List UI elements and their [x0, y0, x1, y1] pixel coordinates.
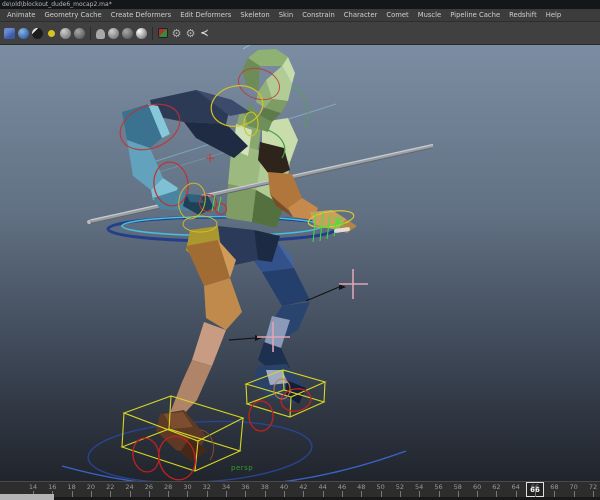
menu-item-skin[interactable]: Skin — [279, 11, 293, 19]
ao-sphere-icon[interactable] — [74, 27, 85, 39]
lights-icon[interactable] — [48, 29, 55, 37]
frame-label: 62 — [492, 483, 501, 491]
frame-label: 26 — [144, 483, 153, 491]
camera-name-label: persp — [231, 464, 254, 472]
frame-label: 56 — [434, 483, 443, 491]
menu-item-pipeline-cache[interactable]: Pipeline Cache — [450, 11, 500, 19]
frame-label: 24 — [125, 483, 134, 491]
frame-label: 70 — [569, 483, 578, 491]
viewport-persp[interactable]: persp — [0, 45, 600, 481]
shadows-sphere-icon[interactable] — [60, 27, 71, 39]
frame-label: 32 — [202, 483, 211, 491]
viewport-canvas[interactable] — [0, 45, 600, 481]
menu-item-geometry-cache[interactable]: Geometry Cache — [44, 11, 101, 19]
frame-label: 58 — [453, 483, 462, 491]
shaded-sphere-icon[interactable] — [18, 27, 29, 39]
frame-label: 38 — [260, 483, 269, 491]
menu-item-skeleton[interactable]: Skeleton — [240, 11, 269, 19]
separator — [152, 26, 153, 40]
frame-label: 40 — [279, 483, 289, 491]
frame-label: 14 — [28, 483, 38, 491]
menu-item-create-deformers[interactable]: Create Deformers — [111, 11, 172, 19]
character-right-leg[interactable] — [240, 238, 310, 404]
separator — [90, 26, 91, 40]
frame-label: 20 — [86, 483, 96, 491]
menu-item-constrain[interactable]: Constrain — [302, 11, 335, 19]
menu-item-character[interactable]: Character — [344, 11, 378, 19]
frame-label: 36 — [241, 483, 250, 491]
pole-vector-right-knee[interactable] — [305, 269, 368, 302]
frame-label: 48 — [357, 483, 366, 491]
frame-label: 68 — [550, 483, 559, 491]
textured-sphere-icon[interactable] — [32, 27, 43, 39]
frame-label: 42 — [299, 483, 308, 491]
render-sphere-icon-a[interactable] — [108, 27, 119, 39]
frame-label: 50 — [376, 483, 385, 491]
gear-icon-2[interactable]: ⚙ — [185, 28, 196, 39]
menu-item-help[interactable]: Help — [546, 11, 562, 19]
share-icon[interactable]: ≺ — [199, 28, 210, 39]
xray-icon[interactable] — [158, 28, 168, 38]
frame-label: 16 — [48, 483, 57, 491]
range-slider-handle[interactable] — [0, 494, 54, 500]
frame-label: 34 — [221, 483, 231, 491]
lamp-icon[interactable] — [96, 28, 105, 39]
frame-label: 44 — [318, 483, 327, 491]
frame-label: 66 — [530, 483, 540, 491]
menu-item-comet[interactable]: Comet — [386, 11, 408, 19]
menu-item-animate[interactable]: Animate — [7, 11, 35, 19]
panel-toolbar: ⚙ ⚙ ≺ — [0, 22, 600, 45]
frame-label: 30 — [183, 483, 192, 491]
frame-label: 60 — [472, 483, 482, 491]
frame-label: 52 — [395, 483, 405, 491]
window-title: de\old\blockout_dude6_mocap2.ma* — [0, 0, 600, 9]
frame-label: 72 — [588, 483, 598, 491]
frame-label: 18 — [67, 483, 76, 491]
menu-item-redshift[interactable]: Redshift — [509, 11, 537, 19]
render-sphere-icon-b[interactable] — [122, 27, 133, 39]
frame-label: 54 — [415, 483, 424, 491]
maya-window: de\old\blockout_dude6_mocap2.ma* Animate… — [0, 0, 600, 500]
gear-icon-1[interactable]: ⚙ — [171, 28, 182, 39]
time-slider[interactable]: 66 14 16 18 20 22 24 26 28 30 32 34 36 38 40 42 44 46 48 5… — [0, 481, 600, 497]
menu-item-muscle[interactable]: Muscle — [418, 11, 442, 19]
frame-label: 28 — [164, 483, 173, 491]
frame-label: 64 — [511, 483, 520, 491]
menu-bar: Animate Geometry Cache Create Deformers Edi… — [0, 9, 600, 22]
frame-label: 22 — [106, 483, 115, 491]
frame-label: 46 — [337, 483, 347, 491]
menu-item-edit-deformers[interactable]: Edit Deformers — [180, 11, 231, 19]
wireframe-cube-icon[interactable] — [4, 27, 15, 39]
render-sphere-icon-c[interactable] — [136, 27, 147, 39]
